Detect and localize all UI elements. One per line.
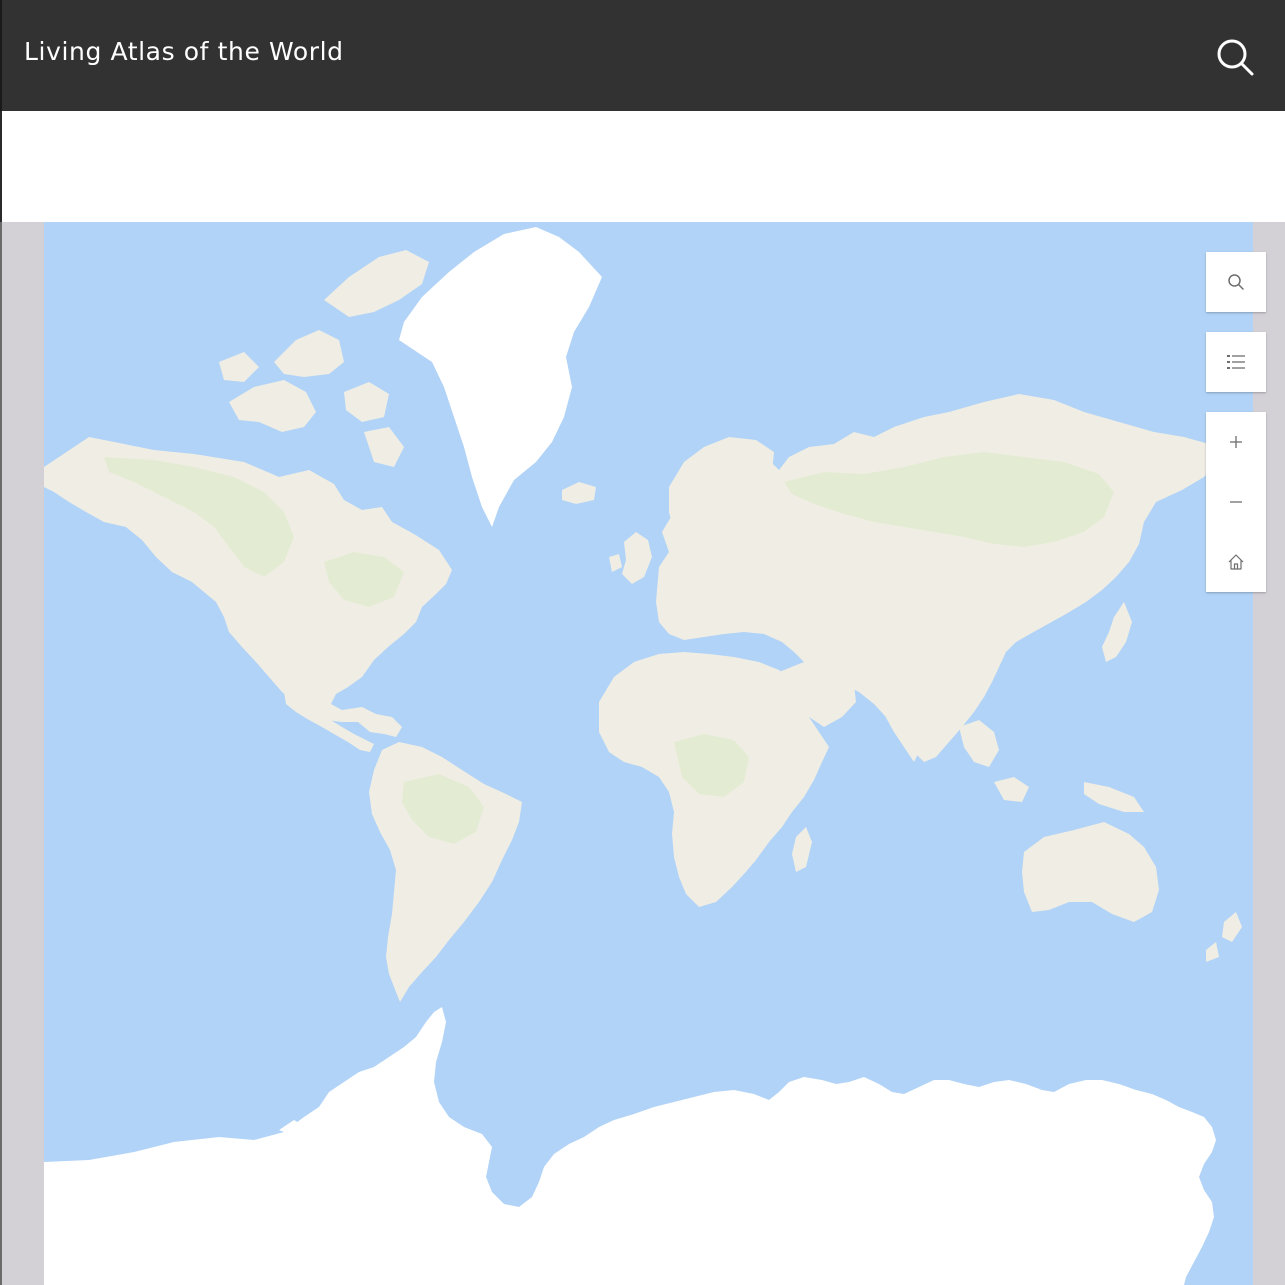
search-icon	[1228, 274, 1244, 290]
home-button[interactable]	[1206, 532, 1266, 592]
map-view[interactable]	[0, 222, 1285, 1285]
home-icon	[1228, 554, 1244, 570]
app-title: Living Atlas of the World	[24, 37, 344, 66]
map-layerlist-widget	[1206, 332, 1266, 392]
app-header: Living Atlas of the World	[0, 0, 1285, 111]
world-map[interactable]	[44, 222, 1253, 1285]
madagascar-land	[792, 827, 812, 872]
antarctica-ice	[44, 1007, 1216, 1285]
zoom-in-button[interactable]	[1206, 412, 1266, 472]
map-zoom-home-widget	[1206, 412, 1266, 592]
australia-land	[1022, 822, 1159, 922]
subheader-bar	[0, 111, 1285, 222]
left-edge-strip	[0, 222, 2, 1285]
layer-list-icon	[1227, 355, 1245, 369]
map-search-button[interactable]	[1206, 252, 1266, 312]
british-isles-land	[609, 532, 652, 584]
map-search-widget	[1206, 252, 1266, 312]
search-icon	[1217, 39, 1254, 76]
arctic-islands	[219, 250, 429, 467]
greenland-ice	[399, 227, 602, 527]
header-search-button[interactable]	[1212, 34, 1258, 80]
iceland-land	[562, 482, 596, 504]
southeast-asia-land	[959, 720, 1144, 812]
minus-icon	[1230, 501, 1242, 503]
plus-icon	[1230, 436, 1242, 448]
zoom-out-button[interactable]	[1206, 472, 1266, 532]
japan-land	[1102, 602, 1132, 662]
new-zealand-land	[1206, 912, 1242, 962]
layer-list-button[interactable]	[1206, 332, 1266, 392]
world-basemap	[44, 227, 1242, 1285]
